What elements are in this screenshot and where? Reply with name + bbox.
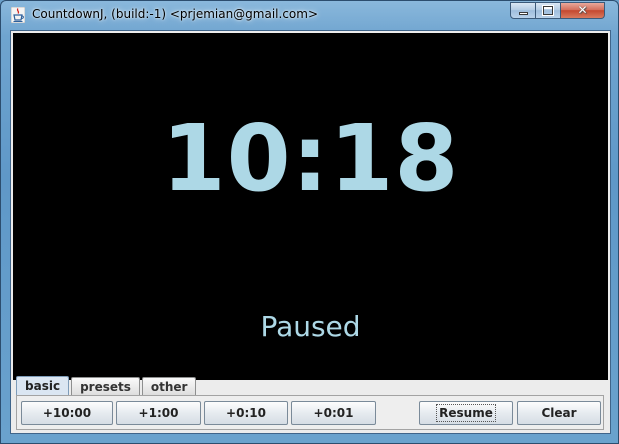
close-button[interactable]: ✕ bbox=[561, 2, 605, 19]
countdown-display: 10:18 Paused bbox=[13, 33, 608, 380]
minimize-icon bbox=[519, 12, 528, 15]
clear-button[interactable]: Clear bbox=[517, 401, 601, 425]
window-title: CountdownJ, (build:-1) <prjemian@gmail.c… bbox=[32, 7, 319, 21]
add-ten-seconds-button[interactable]: +0:10 bbox=[204, 401, 288, 425]
window-controls: ✕ bbox=[510, 2, 605, 20]
resume-label: Resume bbox=[436, 404, 496, 422]
title-bar[interactable]: CountdownJ, (build:-1) <prjemian@gmail.c… bbox=[1, 1, 618, 29]
tab-strip: basic presets other bbox=[16, 376, 198, 396]
add-one-minute-button[interactable]: +1:00 bbox=[116, 401, 201, 425]
tab-other[interactable]: other bbox=[141, 377, 197, 396]
tab-basic[interactable]: basic bbox=[16, 376, 70, 396]
add-one-minute-label: +1:00 bbox=[138, 406, 179, 420]
close-icon: ✕ bbox=[577, 3, 588, 17]
add-ten-minutes-button[interactable]: +10:00 bbox=[21, 401, 113, 425]
countdown-time: 10:18 bbox=[161, 105, 460, 212]
add-one-second-button[interactable]: +0:01 bbox=[291, 401, 376, 425]
resume-button[interactable]: Resume bbox=[419, 401, 513, 425]
client-area: 10:18 Paused basic presets other +10:00 … bbox=[10, 30, 611, 434]
tab-presets[interactable]: presets bbox=[71, 377, 140, 396]
clear-label: Clear bbox=[541, 406, 577, 420]
add-ten-minutes-label: +10:00 bbox=[42, 406, 92, 420]
countdown-status: Paused bbox=[260, 310, 361, 343]
add-one-second-label: +0:01 bbox=[313, 406, 354, 420]
java-cup-icon bbox=[11, 7, 25, 23]
minimize-button[interactable] bbox=[510, 2, 536, 19]
maximize-icon bbox=[543, 6, 553, 15]
maximize-button[interactable] bbox=[536, 2, 561, 19]
app-window: CountdownJ, (build:-1) <prjemian@gmail.c… bbox=[0, 0, 619, 444]
basic-tab-panel: +10:00 +1:00 +0:10 +0:01 Resume Clear bbox=[16, 395, 604, 430]
add-ten-seconds-label: +0:10 bbox=[226, 406, 266, 420]
